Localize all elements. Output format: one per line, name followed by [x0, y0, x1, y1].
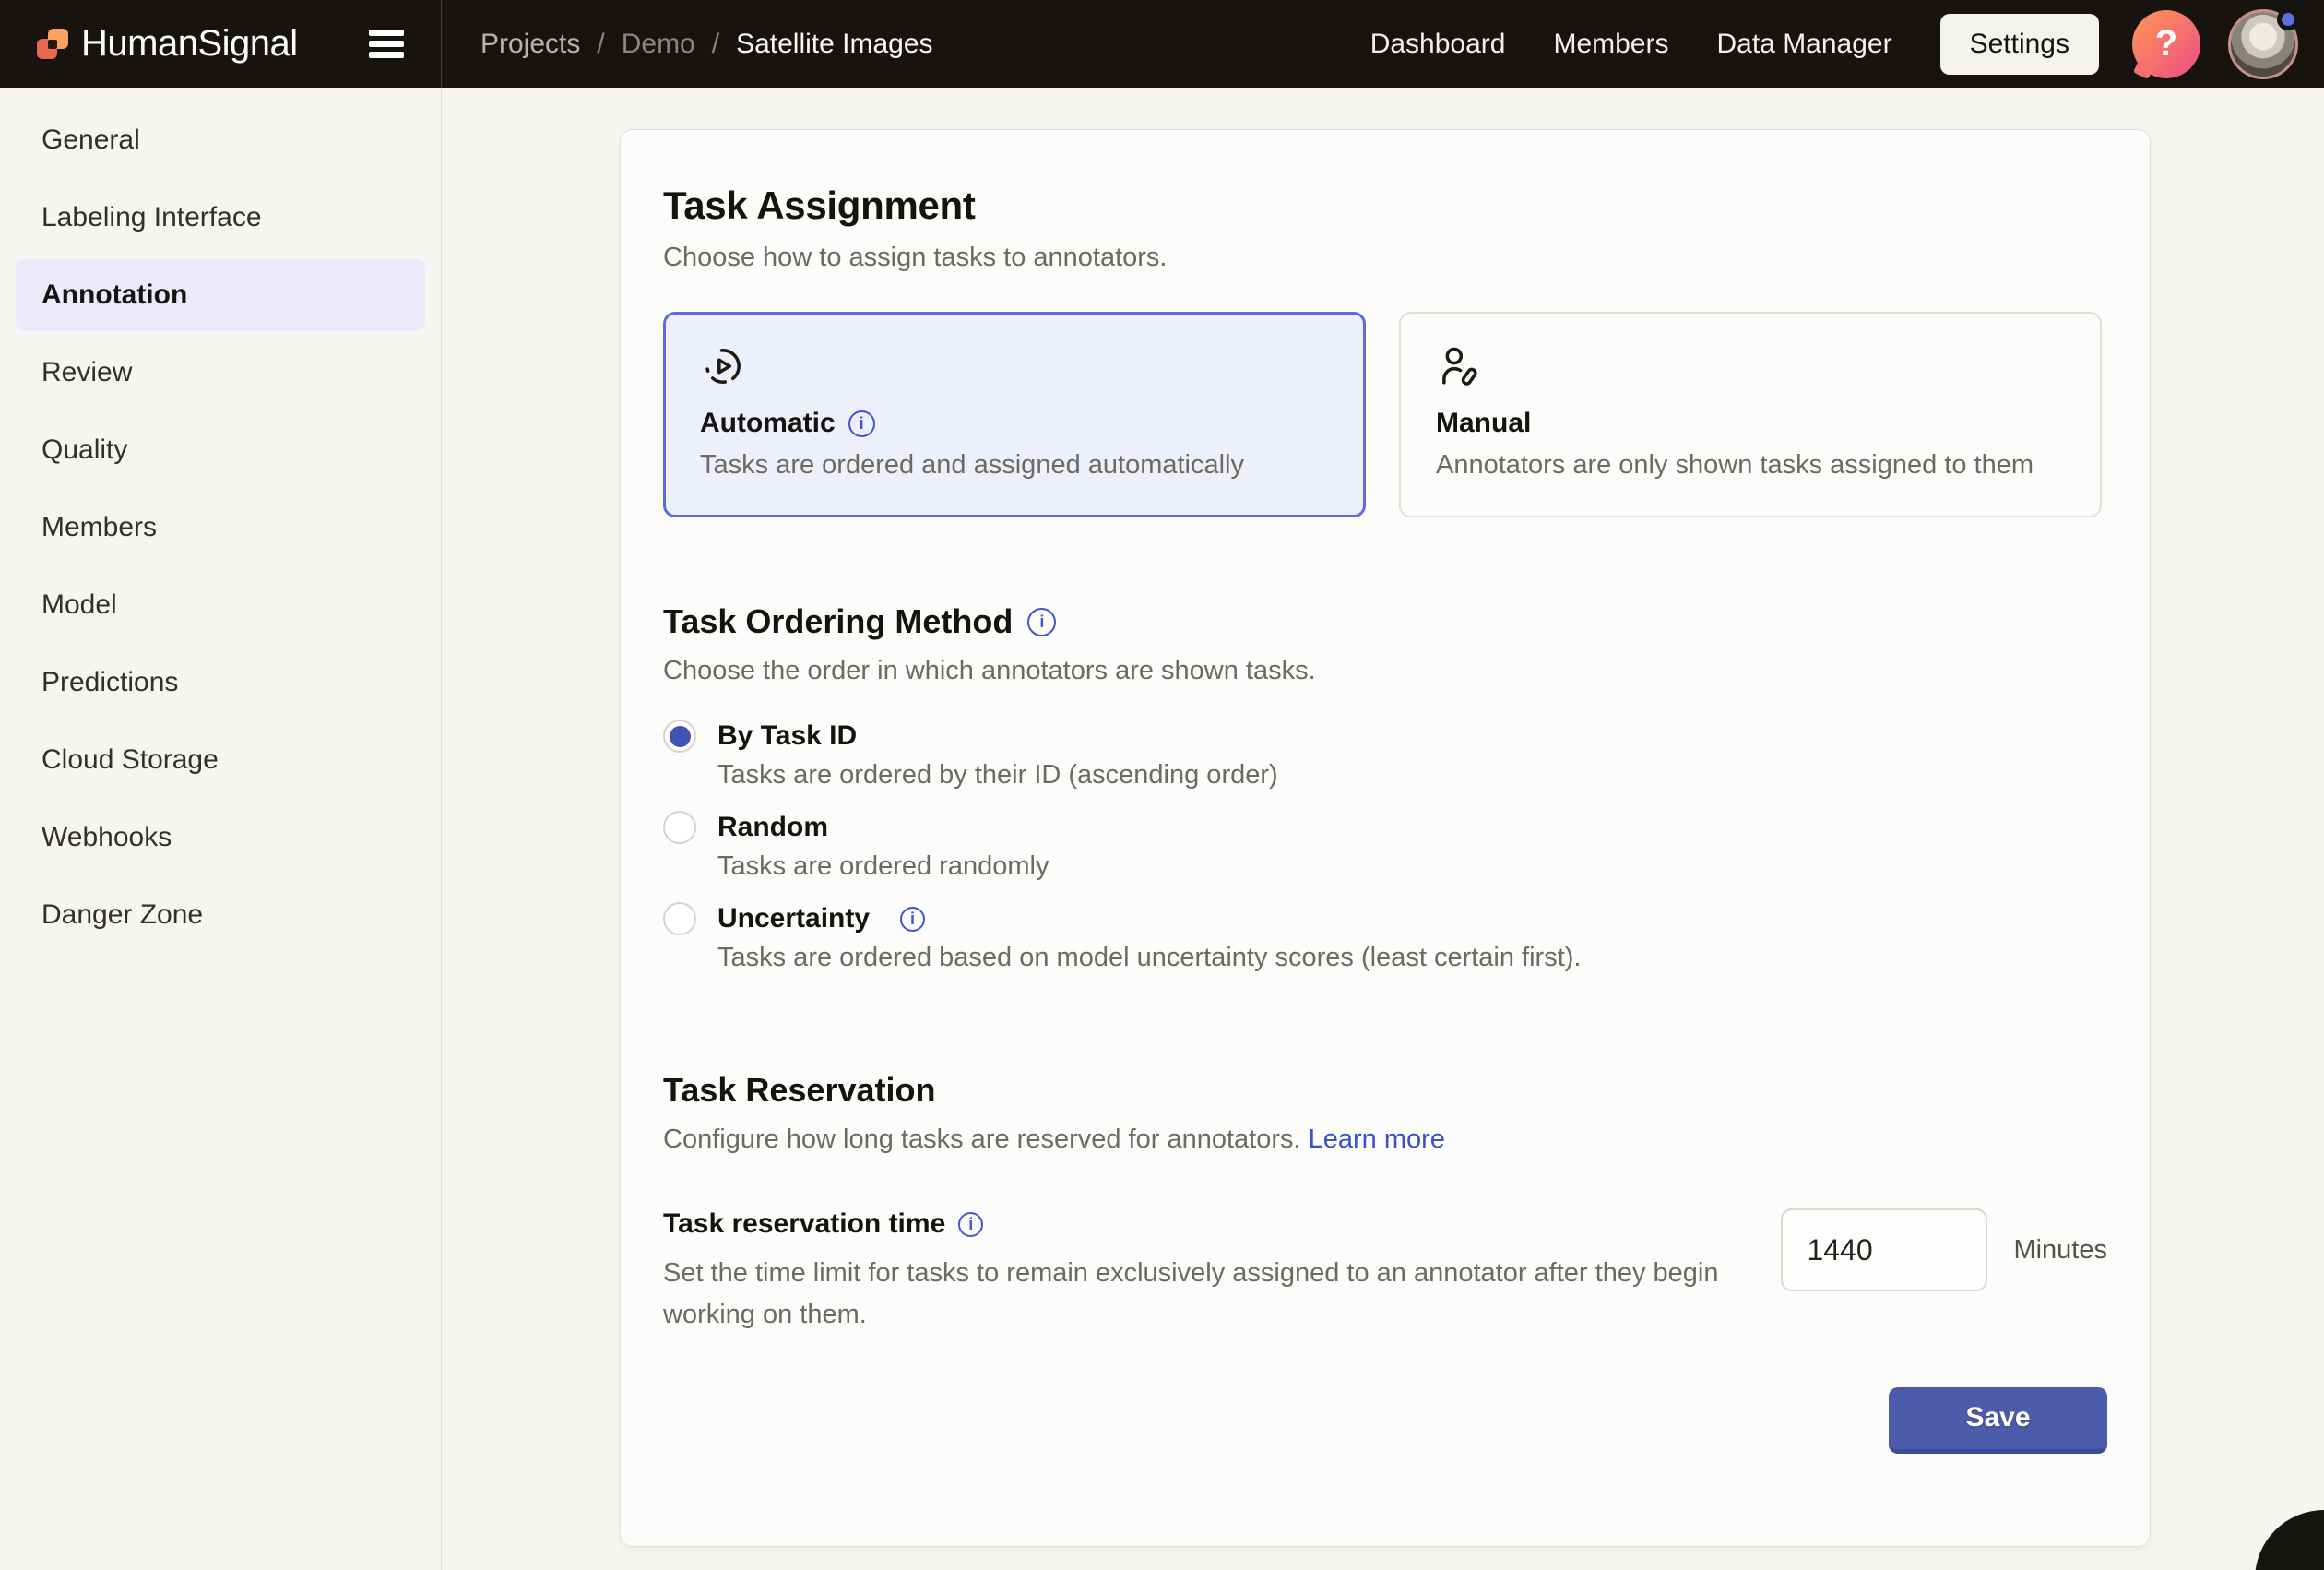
- nav-data-manager[interactable]: Data Manager: [1716, 29, 1891, 60]
- radio-uncertainty[interactable]: Uncertainty: [663, 902, 2107, 935]
- radio-random[interactable]: Random: [663, 811, 2107, 844]
- reservation-time-input[interactable]: [1781, 1208, 1987, 1291]
- breadcrumb-project: Demo: [622, 29, 695, 60]
- help-icon[interactable]: ?: [2132, 10, 2200, 78]
- sidebar-item-quality[interactable]: Quality: [16, 414, 425, 486]
- assignment-option-manual[interactable]: Manual Annotators are only shown tasks a…: [1399, 312, 2102, 517]
- person-edit-icon: [1436, 343, 2065, 389]
- task-reservation-intro: Configure how long tasks are reserved fo…: [663, 1124, 2107, 1155]
- annotation-settings-panel: Task Assignment Choose how to assign tas…: [620, 129, 2151, 1547]
- radio-label: Random: [717, 812, 828, 843]
- reservation-time-field: Task reservation time Set the time limit…: [663, 1208, 2107, 1336]
- learn-more-link[interactable]: Learn more: [1309, 1124, 1445, 1154]
- play-dashed-circle-icon: [700, 343, 1329, 389]
- humansignal-logo-icon: [37, 29, 68, 59]
- header-right: Dashboard Members Data Manager Settings …: [1370, 9, 2324, 79]
- unit-label: Minutes: [2013, 1235, 2107, 1266]
- task-reservation-title-text: Task Reservation: [663, 1071, 935, 1110]
- nav-dashboard[interactable]: Dashboard: [1370, 29, 1506, 60]
- settings-button[interactable]: Settings: [1940, 14, 2099, 75]
- top-bar: HumanSignal Projects / Demo / Satellite …: [0, 0, 2324, 88]
- field-description: Set the time limit for tasks to remain e…: [663, 1253, 1751, 1336]
- task-assignment-subtitle: Choose how to assign tasks to annotators…: [663, 243, 2107, 273]
- info-icon[interactable]: [1027, 608, 1056, 636]
- notification-badge: [2277, 8, 2299, 30]
- field-input-block: Minutes: [1781, 1208, 2107, 1291]
- radio-option-by-task-id: By Task ID Tasks are ordered by their ID…: [663, 720, 2107, 791]
- sidebar-item-annotation[interactable]: Annotation: [16, 259, 425, 331]
- option-label: Automatic: [700, 408, 836, 439]
- radio-option-random: Random Tasks are ordered randomly: [663, 811, 2107, 882]
- task-reservation-intro-text: Configure how long tasks are reserved fo…: [663, 1124, 1301, 1154]
- breadcrumb-separator: /: [597, 29, 604, 60]
- radio-input[interactable]: [663, 902, 696, 935]
- task-ordering-options: By Task ID Tasks are ordered by their ID…: [663, 720, 2107, 973]
- breadcrumb-separator: /: [712, 29, 719, 60]
- save-button[interactable]: Save: [1889, 1387, 2107, 1454]
- sidebar-item-review[interactable]: Review: [16, 337, 425, 409]
- sidebar-item-cloud-storage[interactable]: Cloud Storage: [16, 724, 425, 796]
- user-avatar[interactable]: [2228, 9, 2298, 79]
- sidebar-item-danger-zone[interactable]: Danger Zone: [16, 879, 425, 951]
- radio-label: Uncertainty: [717, 903, 870, 934]
- logo[interactable]: HumanSignal: [37, 23, 298, 65]
- breadcrumb-current-page: Satellite Images: [736, 29, 932, 60]
- radio-description: Tasks are ordered based on model uncerta…: [717, 943, 2107, 973]
- breadcrumb: Projects / Demo / Satellite Images: [480, 29, 933, 60]
- task-ordering-title-text: Task Ordering Method: [663, 602, 1013, 641]
- main-content: Task Assignment Choose how to assign tas…: [442, 88, 2324, 1570]
- logo-text: HumanSignal: [81, 23, 298, 65]
- sidebar-item-webhooks[interactable]: Webhooks: [16, 802, 425, 874]
- help-glyph: ?: [2155, 23, 2177, 65]
- option-description: Annotators are only shown tasks assigned…: [1436, 450, 2065, 481]
- radio-description: Tasks are ordered randomly: [717, 851, 2107, 882]
- option-description: Tasks are ordered and assigned automatic…: [700, 450, 1329, 481]
- sidebar-item-members[interactable]: Members: [16, 492, 425, 564]
- option-label: Manual: [1436, 408, 1531, 439]
- sidebar-item-model[interactable]: Model: [16, 569, 425, 641]
- header-left: HumanSignal: [0, 0, 442, 88]
- sidebar: General Labeling Interface Annotation Re…: [0, 88, 442, 1570]
- breadcrumb-projects[interactable]: Projects: [480, 29, 580, 60]
- task-assignment-title: Task Assignment: [663, 184, 2107, 228]
- info-icon[interactable]: [900, 907, 925, 932]
- radio-input[interactable]: [663, 720, 696, 753]
- radio-by-task-id[interactable]: By Task ID: [663, 720, 2107, 753]
- task-ordering-subtitle: Choose the order in which annotators are…: [663, 656, 2107, 686]
- task-ordering-title: Task Ordering Method: [663, 602, 2107, 641]
- app-frame: General Labeling Interface Annotation Re…: [0, 88, 2324, 1570]
- assignment-option-automatic[interactable]: Automatic Tasks are ordered and assigned…: [663, 312, 1366, 517]
- sidebar-item-predictions[interactable]: Predictions: [16, 647, 425, 719]
- field-label: Task reservation time: [663, 1208, 945, 1240]
- task-reservation-title: Task Reservation: [663, 1071, 2107, 1110]
- sidebar-item-general[interactable]: General: [16, 104, 425, 176]
- radio-description: Tasks are ordered by their ID (ascending…: [717, 760, 2107, 791]
- radio-label: By Task ID: [717, 720, 857, 752]
- assignment-options: Automatic Tasks are ordered and assigned…: [663, 312, 2107, 517]
- radio-option-uncertainty: Uncertainty Tasks are ordered based on m…: [663, 902, 2107, 973]
- radio-input[interactable]: [663, 811, 696, 844]
- field-label-block: Task reservation time Set the time limit…: [663, 1208, 1751, 1336]
- info-icon[interactable]: [958, 1212, 983, 1237]
- sidebar-item-labeling-interface[interactable]: Labeling Interface: [16, 182, 425, 254]
- menu-icon[interactable]: [369, 30, 404, 58]
- info-icon[interactable]: [848, 410, 875, 437]
- nav-members[interactable]: Members: [1553, 29, 1668, 60]
- save-row: Save: [663, 1387, 2107, 1454]
